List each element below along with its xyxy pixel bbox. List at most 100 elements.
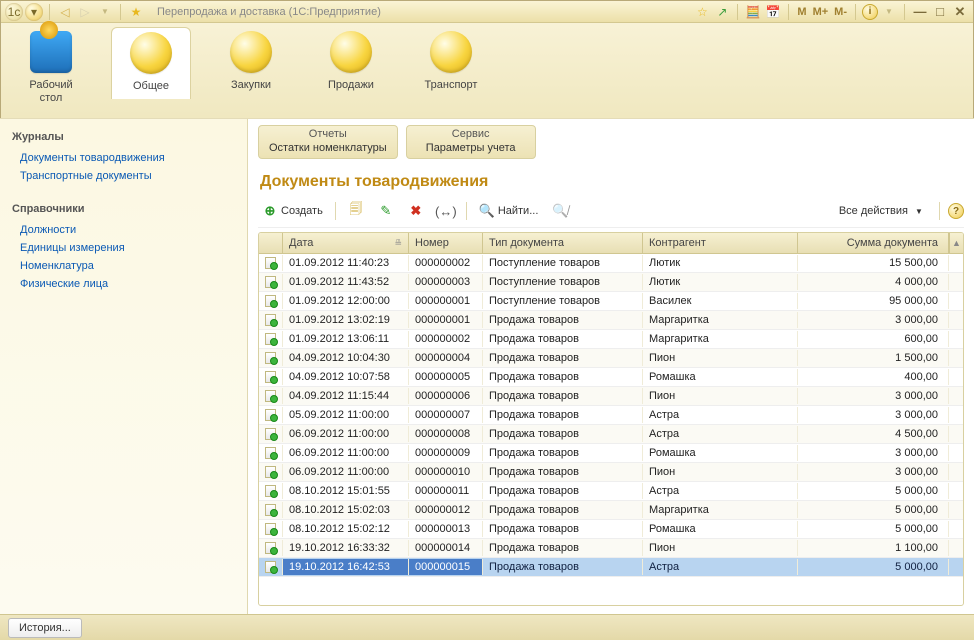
info-icon[interactable]: i [862, 4, 878, 20]
table-row[interactable]: 06.09.2012 11:00:00000000009Продажа това… [259, 444, 963, 463]
window-close-button[interactable]: ✕ [951, 4, 969, 20]
column-scroll-gutter: ▲ [949, 233, 963, 253]
info-dropdown-icon[interactable]: ▼ [880, 3, 898, 21]
copy-icon: 🗐 [348, 203, 364, 219]
column-agent[interactable]: Контрагент [643, 233, 798, 253]
column-number[interactable]: Номер [409, 233, 483, 253]
table-cell [259, 350, 283, 366]
column-sum[interactable]: Сумма документа [798, 233, 949, 253]
history-button[interactable]: История... [8, 618, 82, 638]
copy-button[interactable]: 🗐 [344, 201, 368, 221]
calendar-icon[interactable]: 📅 [764, 3, 782, 21]
table-body[interactable]: 01.09.2012 11:40:23000000002Поступление … [259, 254, 963, 605]
document-icon [265, 352, 276, 364]
table-row[interactable]: 04.09.2012 10:07:58000000005Продажа това… [259, 368, 963, 387]
action-panel: СервисПараметры учета [406, 125, 536, 159]
main-title: Документы товародвижения [260, 173, 964, 191]
table-row[interactable]: 05.09.2012 11:00:00000000007Продажа това… [259, 406, 963, 425]
table-row[interactable]: 06.09.2012 11:00:00000000008Продажа това… [259, 425, 963, 444]
help-icon[interactable]: ? [948, 203, 964, 219]
sidebar-link[interactable]: Должности [12, 221, 235, 239]
section-tab-common[interactable]: Общее [111, 27, 191, 99]
sidebar-link[interactable]: Транспортные документы [12, 167, 235, 185]
table-row[interactable]: 01.09.2012 13:06:11000000002Продажа това… [259, 330, 963, 349]
table-cell: Пион [643, 464, 798, 480]
table-row[interactable]: 08.10.2012 15:02:12000000013Продажа това… [259, 520, 963, 539]
panel-action[interactable]: Параметры учета [417, 142, 525, 154]
separator [939, 202, 940, 220]
table-cell: 1 500,00 [798, 350, 949, 366]
column-type[interactable]: Тип документа [483, 233, 643, 253]
section-tab-trans[interactable]: Транспорт [411, 27, 491, 98]
panel-action[interactable]: Остатки номенклатуры [269, 142, 387, 154]
table-row[interactable]: 04.09.2012 11:15:44000000006Продажа това… [259, 387, 963, 406]
sort-asc-icon: ≞ [394, 238, 402, 249]
table-row[interactable]: 08.10.2012 15:02:03000000012Продажа това… [259, 501, 963, 520]
table-row[interactable]: 08.10.2012 15:01:55000000011Продажа това… [259, 482, 963, 501]
table-cell: 000000015 [409, 559, 483, 575]
separator [120, 4, 121, 20]
document-icon [265, 295, 276, 307]
add-favorite-icon[interactable]: ☆ [693, 3, 711, 21]
sidebar-group-title: Справочники [12, 203, 235, 215]
app-menu-icon[interactable]: 1c [5, 3, 23, 21]
table-cell: Ромашка [643, 445, 798, 461]
edit-button[interactable]: ✎ [374, 201, 398, 221]
memory-mplus-button[interactable]: M+ [811, 6, 831, 18]
find-button[interactable]: 🔍 Найти... [475, 201, 543, 221]
create-button[interactable]: ⊕ Создать [258, 201, 327, 221]
delete-button[interactable]: ✖ [404, 201, 428, 221]
table-row[interactable]: 01.09.2012 11:40:23000000002Поступление … [259, 254, 963, 273]
sidebar-link[interactable]: Единицы измерения [12, 239, 235, 257]
table-row[interactable]: 04.09.2012 10:04:30000000004Продажа това… [259, 349, 963, 368]
sidebar-link[interactable]: Документы товародвижения [12, 149, 235, 167]
table-row[interactable]: 19.10.2012 16:33:32000000014Продажа това… [259, 539, 963, 558]
table-cell: 000000001 [409, 293, 483, 309]
sidebar-link[interactable]: Номенклатура [12, 257, 235, 275]
document-icon [265, 276, 276, 288]
table-cell: 3 000,00 [798, 464, 949, 480]
table-row[interactable]: 01.09.2012 12:00:00000000001Поступление … [259, 292, 963, 311]
memory-m-button[interactable]: M [795, 6, 808, 18]
section-tab-buy[interactable]: Закупки [211, 27, 291, 98]
table-row[interactable]: 06.09.2012 11:00:00000000010Продажа това… [259, 463, 963, 482]
search-clear-icon: 🔍̸ [552, 203, 568, 219]
window-maximize-button[interactable]: □ [931, 4, 949, 20]
table-cell: Продажа товаров [483, 312, 643, 328]
table-row[interactable]: 01.09.2012 13:02:19000000001Продажа това… [259, 311, 963, 330]
column-icon[interactable] [259, 233, 283, 253]
document-icon [265, 523, 276, 535]
link-icon[interactable]: ↗ [713, 3, 731, 21]
table-cell: Астра [643, 407, 798, 423]
sidebar: ЖурналыДокументы товародвиженияТранспорт… [0, 119, 248, 614]
nav-back-icon[interactable]: ◁ [56, 3, 74, 21]
table-cell: Продажа товаров [483, 445, 643, 461]
table-cell: Продажа товаров [483, 540, 643, 556]
table-row[interactable]: 01.09.2012 11:43:52000000003Поступление … [259, 273, 963, 292]
section-tab-sell[interactable]: Продажи [311, 27, 391, 98]
table-cell: 000000001 [409, 312, 483, 328]
table-cell [259, 293, 283, 309]
table-cell: 3 000,00 [798, 445, 949, 461]
table-cell [259, 388, 283, 404]
window-minimize-button[interactable]: — [911, 4, 929, 20]
calculator-icon[interactable]: 🧮 [744, 3, 762, 21]
section-tab-desk[interactable]: Рабочийстол [11, 27, 91, 110]
memory-mminus-button[interactable]: M- [832, 6, 849, 18]
sidebar-link[interactable]: Физические лица [12, 275, 235, 293]
swap-button[interactable]: (↔) [434, 201, 458, 221]
table-row[interactable]: 19.10.2012 16:42:53000000015Продажа това… [259, 558, 963, 577]
nav-dropdown-icon[interactable]: ▼ [96, 3, 114, 21]
section-label: Продажи [328, 79, 374, 92]
column-date[interactable]: Дата ≞ [283, 233, 409, 253]
table-cell: 5 000,00 [798, 521, 949, 537]
nav-forward-icon[interactable]: ▷ [76, 3, 94, 21]
all-actions-label: Все действия [839, 205, 908, 217]
clear-find-button[interactable]: 🔍̸ [548, 201, 572, 221]
table-cell: Продажа товаров [483, 407, 643, 423]
search-icon: 🔍 [479, 203, 495, 219]
dropdown-icon[interactable]: ▾ [25, 3, 43, 21]
body-area: ЖурналыДокументы товародвиженияТранспорт… [0, 118, 974, 614]
all-actions-button[interactable]: Все действия ▼ [835, 201, 931, 221]
favorite-star-icon[interactable]: ★ [127, 3, 145, 21]
